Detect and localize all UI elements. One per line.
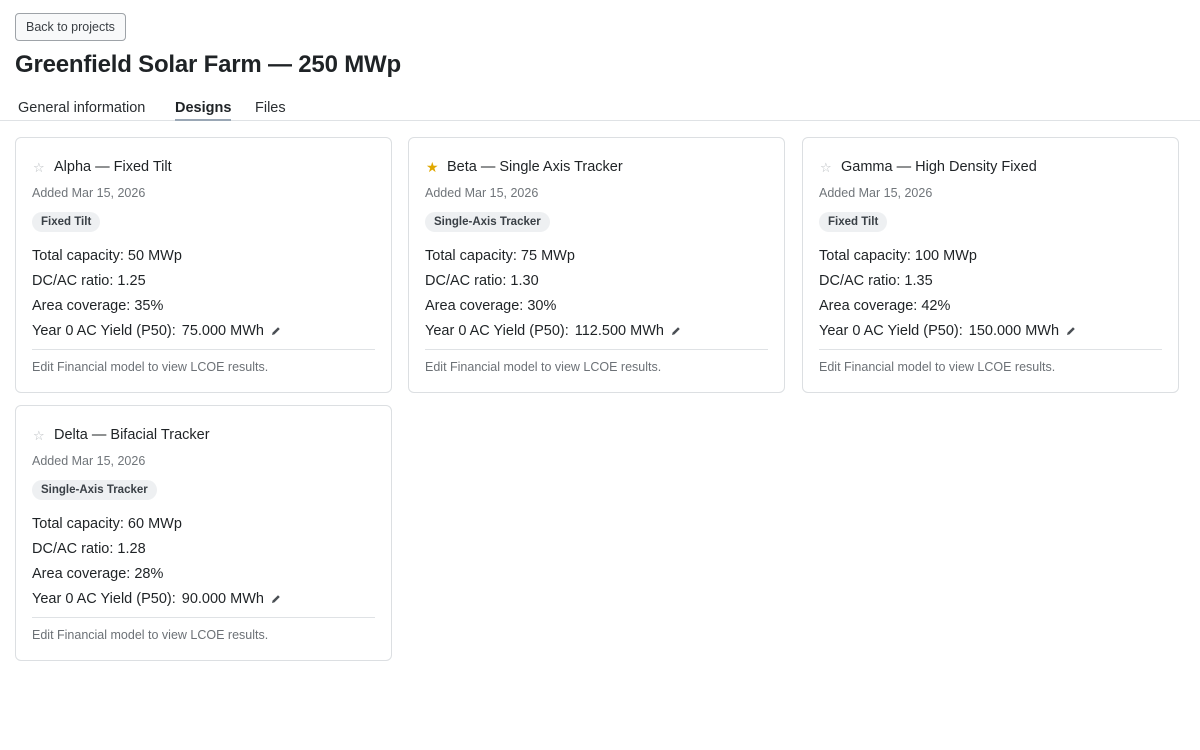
design-card-header: ☆ Delta — Bifacial Tracker <box>33 427 210 443</box>
design-card-delta[interactable]: ☆ Delta — Bifacial Tracker Added Mar 15,… <box>15 405 392 661</box>
page-title: Greenfield Solar Farm — 250 MWp <box>15 51 401 78</box>
pencil-icon[interactable] <box>270 325 282 337</box>
area-coverage: Area coverage: 30% <box>425 298 557 314</box>
lcoe-note: Edit Financial model to view LCOE result… <box>32 360 269 374</box>
dc-ac-ratio: DC/AC ratio: 1.25 <box>32 273 146 289</box>
design-name[interactable]: Beta — Single Axis Tracker <box>447 159 623 175</box>
design-card-alpha[interactable]: ☆ Alpha — Fixed Tilt Added Mar 15, 2026 … <box>15 137 392 393</box>
design-card-header: ★ Beta — Single Axis Tracker <box>426 159 623 175</box>
added-date: Added Mar 15, 2026 <box>425 186 539 200</box>
pencil-icon[interactable] <box>670 325 682 337</box>
added-date: Added Mar 15, 2026 <box>819 186 933 200</box>
total-capacity: Total capacity: 60 MWp <box>32 516 182 532</box>
tab-bar: General information Designs Files <box>0 96 1200 121</box>
ac-yield-label: Year 0 AC Yield (P50): <box>425 323 569 339</box>
design-name[interactable]: Gamma — High Density Fixed <box>841 159 1037 175</box>
ac-yield: Year 0 AC Yield (P50): 150.000 MWh <box>819 323 1077 339</box>
star-icon[interactable]: ★ <box>426 160 442 174</box>
star-icon[interactable]: ☆ <box>33 429 49 442</box>
pencil-icon[interactable] <box>270 593 282 605</box>
card-divider <box>425 349 768 350</box>
mounting-type-badge: Single-Axis Tracker <box>425 212 550 232</box>
design-card-gamma[interactable]: ☆ Gamma — High Density Fixed Added Mar 1… <box>802 137 1179 393</box>
card-divider <box>32 617 375 618</box>
mounting-type-badge: Single-Axis Tracker <box>32 480 157 500</box>
lcoe-note: Edit Financial model to view LCOE result… <box>819 360 1056 374</box>
ac-yield-label: Year 0 AC Yield (P50): <box>32 323 176 339</box>
star-icon[interactable]: ☆ <box>820 161 836 174</box>
total-capacity: Total capacity: 75 MWp <box>425 248 575 264</box>
design-card-header: ☆ Gamma — High Density Fixed <box>820 159 1037 175</box>
total-capacity: Total capacity: 100 MWp <box>819 248 977 264</box>
tab-designs[interactable]: Designs <box>175 100 232 121</box>
area-coverage: Area coverage: 35% <box>32 298 164 314</box>
area-coverage: Area coverage: 28% <box>32 566 164 582</box>
ac-yield: Year 0 AC Yield (P50): 75.000 MWh <box>32 323 282 339</box>
area-coverage: Area coverage: 42% <box>819 298 951 314</box>
mounting-type-badge: Fixed Tilt <box>819 212 888 232</box>
ac-yield-label: Year 0 AC Yield (P50): <box>819 323 963 339</box>
ac-yield-value: 90.000 MWh <box>181 591 264 607</box>
design-card-beta[interactable]: ★ Beta — Single Axis Tracker Added Mar 1… <box>408 137 785 393</box>
ac-yield-value: 150.000 MWh <box>968 323 1060 339</box>
tab-general-information[interactable]: General information <box>18 100 145 119</box>
ac-yield-value: 112.500 MWh <box>574 323 664 339</box>
ac-yield-label: Year 0 AC Yield (P50): <box>32 591 176 607</box>
ac-yield: Year 0 AC Yield (P50): 112.500 MWh <box>425 323 682 339</box>
added-date: Added Mar 15, 2026 <box>32 454 146 468</box>
back-to-projects-button[interactable]: Back to projects <box>15 13 126 41</box>
design-name[interactable]: Delta — Bifacial Tracker <box>54 427 210 443</box>
card-divider <box>819 349 1162 350</box>
dc-ac-ratio: DC/AC ratio: 1.30 <box>425 273 539 289</box>
design-card-header: ☆ Alpha — Fixed Tilt <box>33 159 172 175</box>
dc-ac-ratio: DC/AC ratio: 1.28 <box>32 541 146 557</box>
dc-ac-ratio: DC/AC ratio: 1.35 <box>819 273 933 289</box>
ac-yield: Year 0 AC Yield (P50): 90.000 MWh <box>32 591 282 607</box>
star-icon[interactable]: ☆ <box>33 161 49 174</box>
added-date: Added Mar 15, 2026 <box>32 186 146 200</box>
lcoe-note: Edit Financial model to view LCOE result… <box>425 360 662 374</box>
tab-files[interactable]: Files <box>255 100 286 119</box>
lcoe-note: Edit Financial model to view LCOE result… <box>32 628 269 642</box>
pencil-icon[interactable] <box>1065 325 1077 337</box>
design-name[interactable]: Alpha — Fixed Tilt <box>54 159 172 175</box>
ac-yield-value: 75.000 MWh <box>181 323 264 339</box>
card-divider <box>32 349 375 350</box>
total-capacity: Total capacity: 50 MWp <box>32 248 182 264</box>
mounting-type-badge: Fixed Tilt <box>32 212 101 232</box>
